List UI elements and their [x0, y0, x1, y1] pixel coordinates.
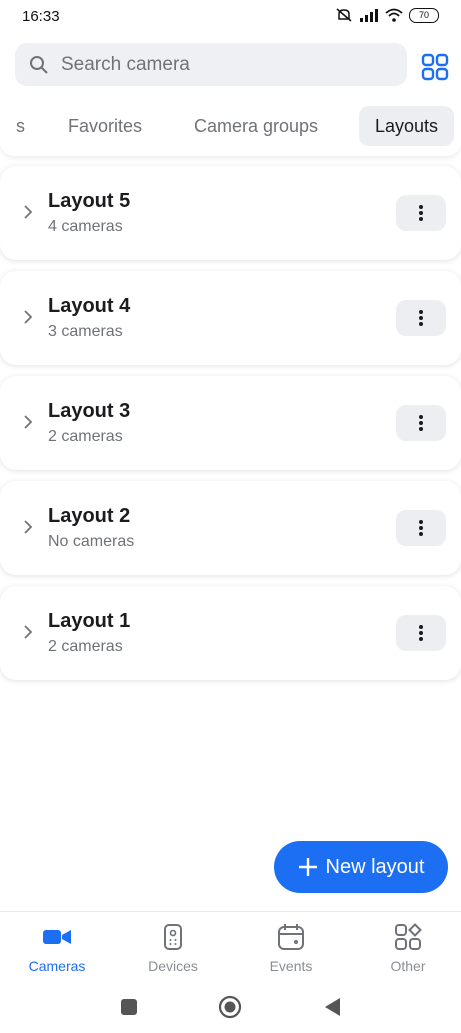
chevron-right-icon: [24, 205, 33, 219]
status-icons: 70: [335, 7, 439, 23]
nav-events[interactable]: Events: [246, 922, 336, 974]
layout-card[interactable]: Layout 4 3 cameras: [0, 271, 461, 365]
more-vertical-icon: [419, 415, 423, 431]
layout-card[interactable]: Layout 1 2 cameras: [0, 586, 461, 680]
layout-camera-count: 2 cameras: [48, 428, 123, 445]
more-vertical-icon: [419, 205, 423, 221]
layout-title: Layout 3: [48, 400, 131, 422]
more-vertical-icon: [419, 625, 423, 641]
muted-bell-icon: [336, 8, 352, 22]
bottom-nav: Cameras Devices Events Other: [0, 911, 461, 982]
layout-title: Layout 2: [48, 505, 131, 527]
nav-cameras[interactable]: Cameras: [12, 922, 102, 974]
tab-favorites[interactable]: Favorites: [68, 106, 142, 146]
more-options-button[interactable]: [396, 405, 446, 441]
status-bar: 16:33 70: [0, 0, 461, 34]
back-icon[interactable]: [322, 996, 342, 1018]
chevron-right-icon: [24, 310, 33, 324]
layout-card[interactable]: Layout 5 4 cameras: [0, 166, 461, 260]
tab-bar: s Favorites Camera groups Layouts: [0, 98, 461, 156]
layout-camera-count: 3 cameras: [48, 323, 123, 340]
more-options-button[interactable]: [396, 510, 446, 546]
layout-title: Layout 1: [48, 610, 131, 632]
search-icon: [30, 55, 48, 74]
nav-devices-label: Devices: [148, 958, 198, 974]
layout-title: Layout 5: [48, 190, 131, 212]
more-options-button[interactable]: [396, 615, 446, 651]
home-icon[interactable]: [218, 995, 242, 1019]
calendar-icon: [278, 924, 304, 950]
video-camera-icon: [43, 930, 71, 944]
tab-layouts[interactable]: Layouts: [359, 106, 455, 146]
layout-card[interactable]: Layout 2 No cameras: [0, 481, 461, 575]
chevron-right-icon: [24, 520, 33, 534]
search-input[interactable]: [59, 52, 383, 77]
chevron-right-icon: [24, 415, 33, 429]
device-icon: [164, 924, 182, 950]
signal-icon: [360, 9, 378, 22]
new-layout-label: New layout: [325, 855, 425, 878]
wifi-icon: [385, 8, 403, 22]
layout-camera-count: No cameras: [48, 533, 135, 550]
grid-view-button[interactable]: [420, 52, 450, 82]
apps-icon: [395, 923, 422, 950]
battery-icon: 70: [409, 7, 439, 23]
more-options-button[interactable]: [396, 300, 446, 336]
layout-title: Layout 4: [48, 295, 131, 317]
nav-devices[interactable]: Devices: [128, 922, 218, 974]
grid-icon: [421, 53, 449, 81]
more-vertical-icon: [419, 310, 423, 326]
search-bar[interactable]: [15, 43, 407, 86]
new-layout-button[interactable]: New layout: [274, 841, 448, 893]
layout-card[interactable]: Layout 3 2 cameras: [0, 376, 461, 470]
nav-other[interactable]: Other: [363, 922, 453, 974]
layout-camera-count: 4 cameras: [48, 218, 123, 235]
more-vertical-icon: [419, 520, 423, 536]
tab-all[interactable]: s: [16, 106, 25, 146]
layout-camera-count: 2 cameras: [48, 638, 123, 655]
nav-events-label: Events: [269, 958, 313, 974]
nav-other-label: Other: [390, 958, 426, 974]
tab-camera-groups[interactable]: Camera groups: [194, 106, 318, 146]
chevron-right-icon: [24, 625, 33, 639]
status-time: 16:33: [22, 8, 60, 25]
recent-apps-icon[interactable]: [119, 997, 139, 1017]
system-nav-bar: [0, 985, 461, 1033]
plus-icon: [298, 858, 317, 876]
nav-cameras-label: Cameras: [28, 958, 86, 974]
more-options-button[interactable]: [396, 195, 446, 231]
